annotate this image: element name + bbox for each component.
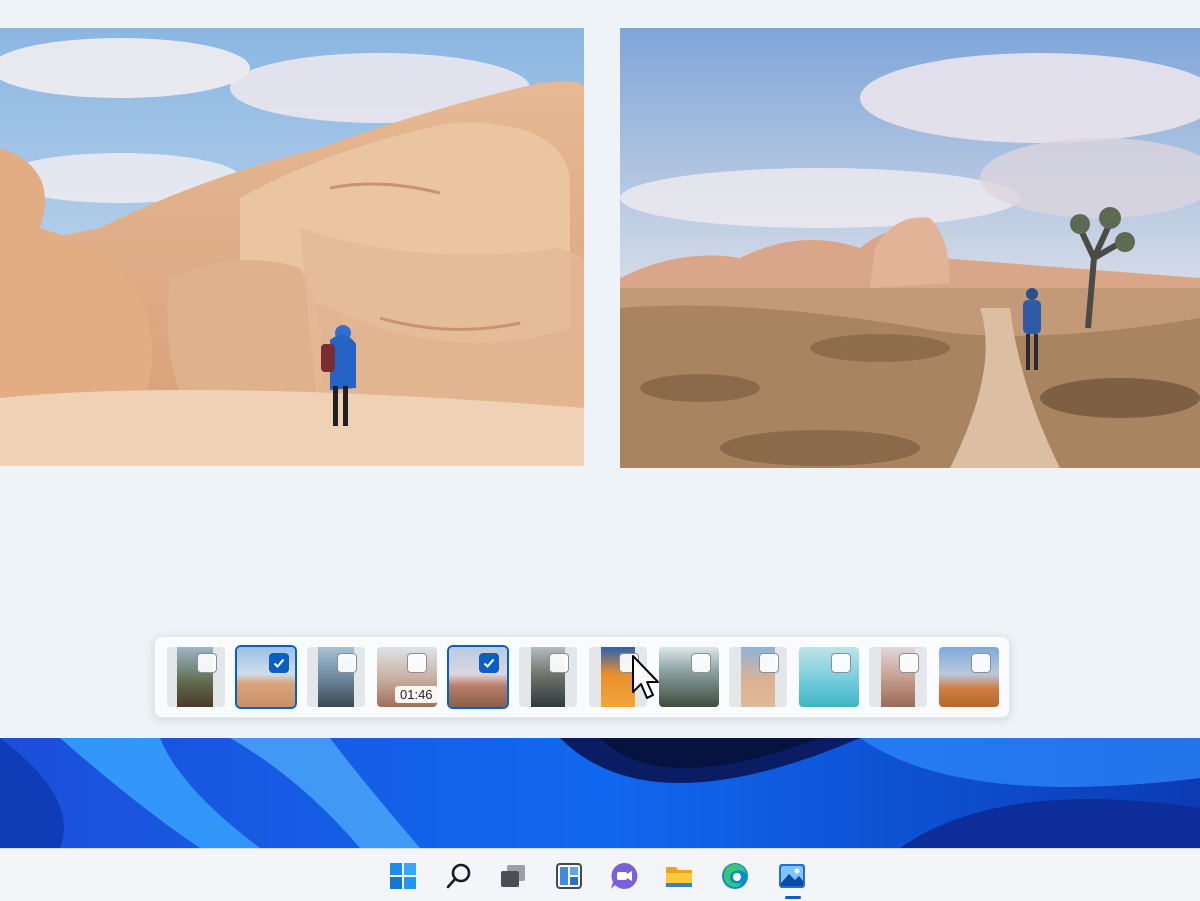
- select-checkbox[interactable]: [407, 653, 427, 673]
- thumbnail[interactable]: [167, 647, 225, 707]
- task-view-icon: [501, 865, 525, 887]
- thumbnail[interactable]: [869, 647, 927, 707]
- desktop-wallpaper: [0, 738, 1200, 848]
- compare-photo-right[interactable]: [620, 28, 1200, 468]
- photos-app-window: 01:46: [0, 0, 1200, 738]
- checkmark-icon: [483, 658, 495, 668]
- select-checkbox[interactable]: [269, 653, 289, 673]
- widgets-icon: [556, 863, 582, 889]
- thumbnail[interactable]: [729, 647, 787, 707]
- edge-browser-icon: [722, 863, 748, 889]
- task-view-button[interactable]: [496, 859, 530, 893]
- mouse-cursor-icon: [632, 655, 659, 699]
- select-checkbox[interactable]: [831, 653, 851, 673]
- thumbnail[interactable]: 01:46: [377, 647, 437, 707]
- select-checkbox[interactable]: [691, 653, 711, 673]
- select-checkbox[interactable]: [337, 653, 357, 673]
- select-checkbox[interactable]: [479, 653, 499, 673]
- select-checkbox[interactable]: [899, 653, 919, 673]
- windows-start-button[interactable]: [386, 859, 420, 893]
- chat-button[interactable]: [607, 859, 641, 893]
- thumbnail[interactable]: [237, 647, 295, 707]
- edge-browser-button[interactable]: [718, 859, 752, 893]
- filmstrip: 01:46: [154, 636, 1010, 718]
- thumbnail[interactable]: [799, 647, 859, 707]
- chat-icon: [611, 862, 638, 889]
- select-checkbox[interactable]: [197, 653, 217, 673]
- file-explorer-icon: [666, 867, 692, 887]
- checkmark-icon: [273, 658, 285, 668]
- taskbar: [0, 848, 1200, 901]
- widgets-button[interactable]: [552, 859, 586, 893]
- select-checkbox[interactable]: [759, 653, 779, 673]
- thumbnail[interactable]: [659, 647, 719, 707]
- search-icon: [446, 863, 471, 889]
- search-button[interactable]: [442, 859, 476, 893]
- photos-app-button[interactable]: [775, 859, 809, 893]
- thumbnail[interactable]: [519, 647, 577, 707]
- photos-app-icon: [779, 864, 805, 888]
- windows-start-icon: [390, 863, 416, 889]
- select-checkbox[interactable]: [971, 653, 991, 673]
- thumbnail[interactable]: [307, 647, 365, 707]
- thumbnail[interactable]: [449, 647, 507, 707]
- file-explorer-button[interactable]: [662, 859, 696, 893]
- select-checkbox[interactable]: [549, 653, 569, 673]
- active-app-indicator: [785, 896, 801, 899]
- thumbnail[interactable]: [939, 647, 999, 707]
- video-duration-badge: 01:46: [395, 686, 437, 703]
- compare-photo-left[interactable]: [0, 28, 584, 466]
